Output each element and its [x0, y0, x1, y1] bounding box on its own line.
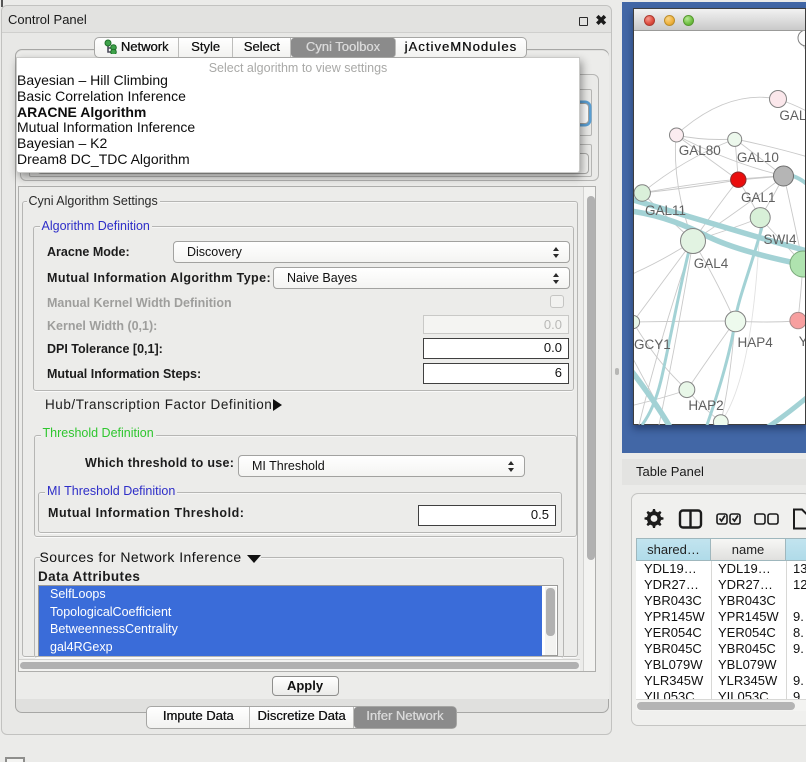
svg-text:GAL4: GAL4 — [694, 256, 729, 271]
svg-text:HAP4: HAP4 — [738, 335, 774, 350]
svg-text:GAL10: GAL10 — [737, 150, 779, 165]
svg-text:GAL1: GAL1 — [741, 190, 776, 205]
svg-text:GCY1: GCY1 — [634, 337, 671, 352]
svg-text:HAP2: HAP2 — [688, 398, 723, 413]
svg-text:SWI4: SWI4 — [764, 232, 797, 247]
svg-text:GAL: GAL — [779, 108, 805, 123]
svg-text:GAL80: GAL80 — [679, 143, 721, 158]
svg-text:GAL11: GAL11 — [645, 203, 686, 218]
svg-text:YJ: YJ — [799, 334, 805, 349]
